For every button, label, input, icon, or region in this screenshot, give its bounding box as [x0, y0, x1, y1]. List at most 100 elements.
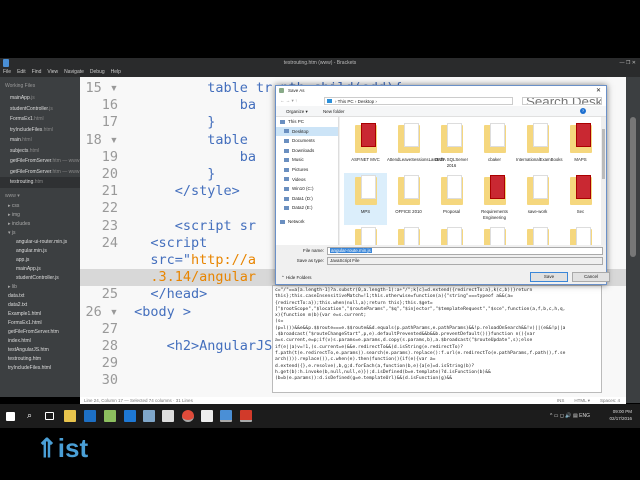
tree-file[interactable]: angular-ui-router.min.js: [0, 238, 80, 247]
working-file-item[interactable]: main.html: [0, 135, 80, 146]
cancel-button[interactable]: Cancel: [572, 272, 610, 282]
start-icon[interactable]: [6, 412, 15, 421]
grid-scrollbar[interactable]: [601, 117, 606, 245]
menu-find[interactable]: Find: [32, 69, 42, 75]
nav-item[interactable]: Desktop: [276, 126, 338, 137]
menu-debug[interactable]: Debug: [90, 69, 105, 75]
folder-item[interactable]: Sec: [559, 173, 602, 225]
menu-view[interactable]: View: [47, 69, 58, 75]
task-view-icon[interactable]: [45, 412, 54, 420]
folder-item[interactable]: MAPS: [559, 121, 602, 173]
tree-folder[interactable]: ▾ js: [0, 229, 80, 238]
calculator-icon[interactable]: [162, 410, 174, 422]
folder-item-partial[interactable]: [559, 225, 602, 245]
chrome-icon[interactable]: [182, 410, 194, 422]
working-file-item[interactable]: FormsEx1.html: [0, 114, 80, 125]
tree-file[interactable]: index.html: [0, 337, 80, 346]
language-indicator[interactable]: ENG: [579, 413, 590, 419]
nav-item[interactable]: Pictures: [276, 165, 338, 175]
menu-help[interactable]: Help: [111, 69, 121, 75]
nav-item[interactable]: Data2 (E:): [276, 203, 338, 213]
line-number: 25: [101, 286, 118, 303]
photos-icon[interactable]: [104, 410, 116, 422]
working-file-item[interactable]: mainApp.js: [0, 93, 80, 104]
nav-item[interactable]: Network: [276, 217, 338, 227]
save-type-select[interactable]: JavaScript File: [327, 257, 603, 265]
tree-file[interactable]: angular.min.js: [0, 247, 80, 256]
tree-file[interactable]: studentController.js: [0, 274, 80, 283]
file-explorer-icon[interactable]: [64, 410, 76, 422]
folder-item[interactable]: cbaker: [473, 121, 516, 173]
tree-file[interactable]: getFileFromServer.htm: [0, 328, 80, 337]
file-name-input[interactable]: angular-route.min.js: [327, 247, 603, 255]
save-button[interactable]: Save: [530, 272, 568, 282]
address-bar[interactable]: › This PC › Desktop ›: [324, 97, 513, 105]
folder-item[interactable]: Requirements Engineering: [473, 173, 516, 225]
working-file-item[interactable]: studentController.js: [0, 104, 80, 115]
organize-button[interactable]: Organize ▾: [286, 109, 308, 114]
close-button[interactable]: ✕: [596, 86, 601, 96]
window-controls[interactable]: — ❐ ✕: [620, 58, 636, 68]
menu-file[interactable]: File: [3, 69, 11, 75]
folder-item-partial[interactable]: [344, 225, 387, 245]
folder-item[interactable]: InternationalExamBooks: [516, 121, 563, 173]
hide-folders-button[interactable]: ⌃ Hide Folders: [281, 275, 312, 281]
tray-icons[interactable]: ^ ▭ ◻ 🔊 ▤ ENG: [550, 413, 590, 419]
folder-item[interactable]: save-work: [516, 173, 559, 225]
folder-item-partial[interactable]: [516, 225, 559, 245]
ins-mode[interactable]: INS: [557, 398, 565, 403]
tree-folder[interactable]: ▸ lib: [0, 283, 80, 292]
tree-file[interactable]: tryIncludeFiles.html: [0, 364, 80, 373]
tree-file[interactable]: data.txt: [0, 292, 80, 301]
project-dropdown[interactable]: www ▾: [0, 190, 80, 202]
menu-navigate[interactable]: Navigate: [64, 69, 84, 75]
nav-item[interactable]: Documents: [276, 136, 338, 146]
nav-arrows[interactable]: ← → ▾ ↑: [280, 98, 297, 104]
brackets-icon[interactable]: [220, 410, 232, 422]
nav-item[interactable]: Win10 (C:): [276, 184, 338, 194]
tree-file[interactable]: testrouting.htm: [0, 355, 80, 364]
tree-folder[interactable]: ▸ img: [0, 211, 80, 220]
search-icon[interactable]: ⌕: [27, 410, 39, 422]
nav-item[interactable]: Data1 (D:): [276, 194, 338, 204]
help-icon[interactable]: ?: [580, 108, 586, 114]
powerpoint-icon[interactable]: [240, 410, 252, 422]
working-file-item[interactable]: getFileFromServer.htm — www: [0, 167, 80, 178]
folder-item[interactable]: MPS: [344, 173, 387, 225]
folder-item[interactable]: AttendLeaveSessionsLastEdit: [387, 121, 444, 173]
tree-file[interactable]: app.js: [0, 256, 80, 265]
folder-item-partial[interactable]: [473, 225, 516, 245]
folder-item[interactable]: ASP.NET MVC: [344, 121, 387, 173]
working-file-item[interactable]: getFileFromServer.htm — www: [0, 156, 80, 167]
nav-item[interactable]: This PC: [276, 117, 338, 127]
indent-setting[interactable]: Spaces: 4: [600, 398, 620, 403]
nav-item[interactable]: Music: [276, 155, 338, 165]
language-select[interactable]: HTML ▾: [574, 398, 590, 403]
app-icon[interactable]: [143, 410, 155, 422]
working-file-item[interactable]: subjects.html: [0, 146, 80, 157]
camtasia-icon[interactable]: [201, 410, 213, 422]
nav-item[interactable]: Videos: [276, 175, 338, 185]
editor-scrollbar[interactable]: [626, 77, 640, 403]
tree-file[interactable]: Example1.html: [0, 310, 80, 319]
edge-icon[interactable]: [124, 410, 136, 422]
tree-folder[interactable]: ▸ includes: [0, 220, 80, 229]
tree-folder[interactable]: ▸ css: [0, 202, 80, 211]
tree-file[interactable]: data2.txt: [0, 301, 80, 310]
new-folder-button[interactable]: New folder: [323, 109, 345, 114]
folder-item-partial[interactable]: [387, 225, 430, 245]
working-file-item[interactable]: testrouting.htm: [0, 177, 80, 188]
search-input[interactable]: [522, 97, 602, 105]
nav-item[interactable]: Downloads: [276, 146, 338, 156]
folder-item-partial[interactable]: [430, 225, 473, 245]
folder-item[interactable]: DATA SQLServer 2016: [430, 121, 473, 173]
outlook-icon[interactable]: [84, 410, 96, 422]
tree-file[interactable]: mainApp.js: [0, 265, 80, 274]
tree-file[interactable]: testAngularJS.htm: [0, 346, 80, 355]
tree-file[interactable]: FormsEx1.html: [0, 319, 80, 328]
clock[interactable]: 09:00 PM 02/17/2016: [609, 408, 632, 422]
folder-item[interactable]: OFFICE 2010: [387, 173, 430, 225]
menu-edit[interactable]: Edit: [17, 69, 26, 75]
working-file-item[interactable]: tryIncludeFiles.html: [0, 125, 80, 136]
folder-item[interactable]: Proposal: [430, 173, 473, 225]
